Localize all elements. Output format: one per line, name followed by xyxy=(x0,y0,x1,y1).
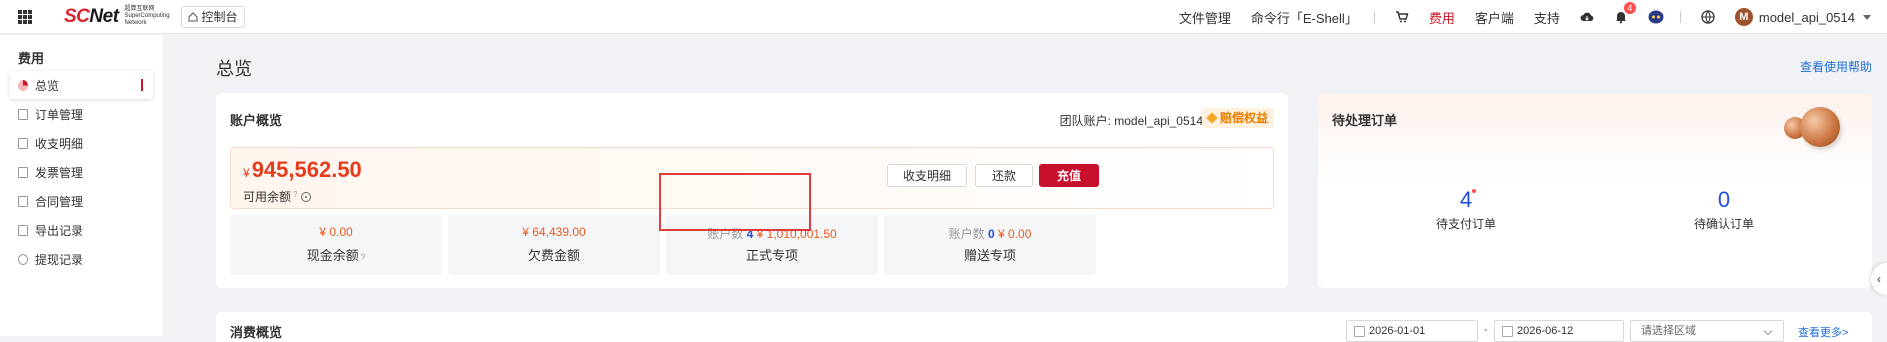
sidebar-item-exports[interactable]: 导出记录 xyxy=(10,216,153,244)
currency-symbol: ¥ xyxy=(243,166,250,180)
nav-divider xyxy=(1373,11,1375,23)
account-overview-title: 账户概览 xyxy=(230,113,283,128)
consumption-overview-title: 消费概览 xyxy=(230,325,283,340)
pending-payment-label: 待支付订单 xyxy=(1435,217,1496,231)
withdraw-icon xyxy=(18,253,28,265)
available-balance: ¥945,562.50 xyxy=(243,157,362,183)
logo[interactable]: SCNet 超算互联网 SuperComputing Network xyxy=(64,5,170,28)
stat-label: 正式专项 xyxy=(745,248,798,263)
nav-eshell[interactable]: 命令行「E-Shell」 xyxy=(1251,8,1358,27)
sidebar-title: 费用 xyxy=(18,51,45,66)
coin-icon xyxy=(1800,107,1840,147)
stat-arrears: ¥ 64,439.00 欠费金额 xyxy=(448,215,660,275)
sidebar-item-orders[interactable]: 订单管理 xyxy=(10,100,153,128)
end-date-input[interactable]: 2026-06-12 xyxy=(1494,320,1624,342)
highlight-box xyxy=(659,173,811,231)
pending-payment-orders[interactable]: 4 待支付订单 xyxy=(1366,187,1566,232)
notification-badge: 4 xyxy=(1623,2,1636,14)
invoice-icon xyxy=(18,166,28,178)
consumption-overview-card: 消费概览 2026-01-01 - 2026-06-12 请选择区域 查看更多> xyxy=(216,312,1872,342)
nav-right: 文件管理 命令行「E-Shell」 费用 客户端 支持 4 M model_ap… xyxy=(1159,0,1887,34)
pending-orders-card: 待处理订单 4 待支付订单 0 待确认订单 xyxy=(1318,93,1872,288)
top-navbar: SCNet 超算互联网 SuperComputing Network 控制台 文… xyxy=(0,0,1887,34)
sidebar-item-label: 合同管理 xyxy=(35,194,84,209)
contract-icon xyxy=(18,195,28,207)
list-icon xyxy=(18,108,28,120)
sidebar-item-invoices[interactable]: 发票管理 xyxy=(10,158,153,186)
console-label: 控制台 xyxy=(201,10,238,24)
region-select[interactable]: 请选择区域 xyxy=(1630,320,1784,342)
pending-confirm-count: 0 xyxy=(1717,187,1731,212)
collapse-panel-button[interactable]: ‹ xyxy=(1871,263,1887,295)
document-icon xyxy=(18,137,28,149)
sidebar-item-contracts[interactable]: 合同管理 xyxy=(10,187,153,215)
stat-label-text: 现金余额 xyxy=(306,248,359,263)
account-count: 0 xyxy=(987,227,995,241)
nav-divider xyxy=(1679,11,1681,23)
nav-support[interactable]: 支持 xyxy=(1534,8,1560,27)
home-icon xyxy=(188,11,198,21)
sidebar-item-overview[interactable]: 总览 xyxy=(10,71,153,99)
sidebar: 费用 总览 订单管理 收支明细 发票管理 合同管理 导出记录 提现记录 xyxy=(0,35,164,336)
globe-icon[interactable] xyxy=(1701,10,1715,24)
bell-icon[interactable]: 4 xyxy=(1614,2,1636,24)
sidebar-item-transactions[interactable]: 收支明细 xyxy=(10,129,153,157)
assistant-robot-icon[interactable] xyxy=(1648,10,1664,24)
stat-cash-balance: ¥ 0.00 现金余额? xyxy=(230,215,442,275)
avatar: M xyxy=(1734,8,1753,26)
logo-text-a: SC xyxy=(64,5,90,27)
export-icon xyxy=(18,224,28,236)
pending-orders-title: 待处理订单 xyxy=(1332,113,1398,128)
sidebar-item-label: 总览 xyxy=(35,78,60,93)
stat-value: 账户数 0 ¥ 0.00 xyxy=(884,225,1096,241)
eye-icon[interactable] xyxy=(301,191,312,202)
stat-value: ¥ 0.00 xyxy=(319,225,353,239)
team-account-label: 团队账户: model_api_0514 xyxy=(1059,114,1203,128)
help-icon[interactable]: ? xyxy=(293,190,297,199)
nav-file-manager[interactable]: 文件管理 xyxy=(1179,8,1231,27)
pending-confirm-label: 待确认订单 xyxy=(1693,217,1754,231)
stat-label: 欠费金额 xyxy=(527,248,580,263)
account-count-prefix: 账户数 xyxy=(948,227,985,241)
sidebar-item-label: 收支明细 xyxy=(35,136,84,151)
stat-label: 赠送专项 xyxy=(963,248,1016,263)
page-title: 总览 xyxy=(216,59,252,79)
sidebar-item-label: 提现记录 xyxy=(35,252,84,267)
nav-billing[interactable]: 费用 xyxy=(1429,8,1455,27)
username: model_api_0514 xyxy=(1758,9,1855,25)
app-grid-icon[interactable] xyxy=(18,9,32,24)
pie-chart-icon xyxy=(18,79,28,91)
pending-confirm-orders[interactable]: 0 待确认订单 xyxy=(1624,187,1824,232)
stat-gift-special[interactable]: 账户数 0 ¥ 0.00 赠送专项 xyxy=(884,215,1096,275)
stat-label: 现金余额? xyxy=(230,245,442,264)
cart-icon[interactable] xyxy=(1395,10,1409,24)
start-date-input[interactable]: 2026-01-01 xyxy=(1346,320,1478,342)
sidebar-item-withdrawals[interactable]: 提现记录 xyxy=(10,245,153,273)
transactions-button[interactable]: 收支明细 xyxy=(887,164,967,187)
user-menu[interactable]: M model_api_0514 xyxy=(1734,8,1871,26)
sidebar-item-label: 订单管理 xyxy=(35,107,84,122)
logo-text-b: Net xyxy=(89,5,119,27)
stat-value: ¥ 64,439.00 xyxy=(522,225,586,239)
stat-amount: ¥ 0.00 xyxy=(998,227,1032,241)
view-more-link[interactable]: 查看更多> xyxy=(1798,324,1848,340)
balance-value: 945,562.50 xyxy=(251,157,362,182)
balance-label-text: 可用余额 xyxy=(243,190,292,204)
balance-label: 可用余额 ? xyxy=(243,188,312,205)
compensation-tag[interactable]: 赔偿权益 xyxy=(1201,108,1274,128)
help-icon[interactable]: ? xyxy=(361,253,365,262)
logo-subtitle: 超算互联网 SuperComputing Network xyxy=(124,6,170,26)
date-range-separator: - xyxy=(1484,324,1488,336)
alert-dot xyxy=(1472,189,1477,193)
chevron-down-icon xyxy=(1863,14,1871,20)
cloud-icon[interactable] xyxy=(1580,10,1594,24)
console-button[interactable]: 控制台 xyxy=(180,5,245,28)
recharge-button[interactable]: 充值 xyxy=(1039,164,1099,187)
pending-payment-count: 4 xyxy=(1459,187,1473,212)
help-link[interactable]: 查看使用帮助 xyxy=(1800,58,1872,75)
nav-client[interactable]: 客户端 xyxy=(1475,8,1514,27)
sidebar-item-label: 导出记录 xyxy=(35,223,84,238)
repay-button[interactable]: 还款 xyxy=(975,164,1033,187)
sidebar-item-label: 发票管理 xyxy=(35,165,84,180)
